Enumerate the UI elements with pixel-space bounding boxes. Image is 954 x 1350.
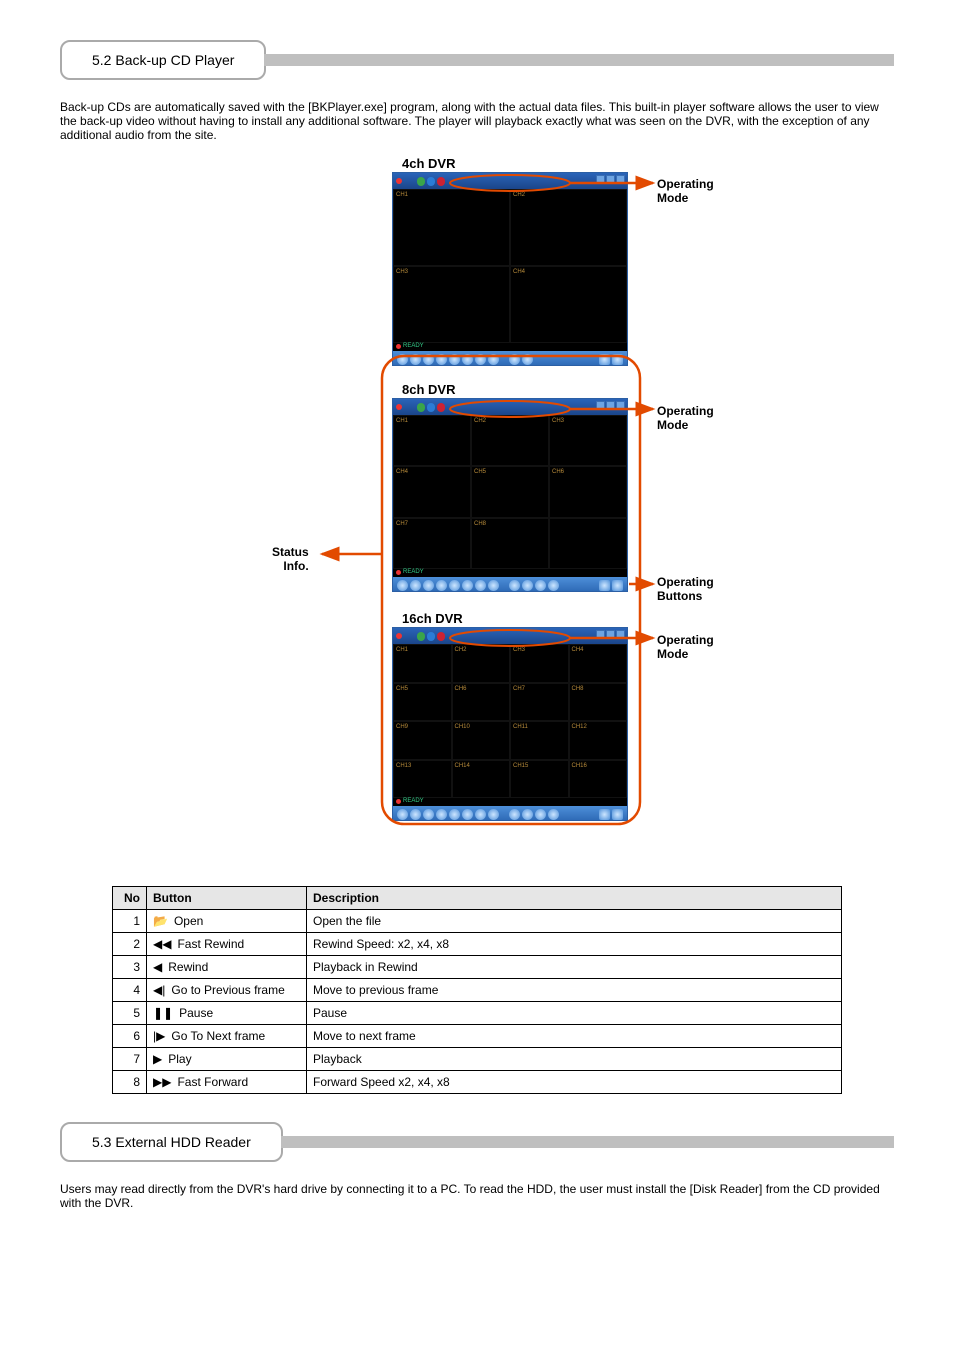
cell-button: ▶▶ Fast Forward: [147, 1071, 307, 1094]
cell-button: ❚❚ Pause: [147, 1002, 307, 1025]
button-label: Rewind: [168, 960, 208, 974]
table-row: 4 ◀| Go to Previous frame Move to previous …: [113, 979, 842, 1002]
cell-no: 3: [113, 956, 147, 979]
cell-desc: Playback in Rewind: [307, 956, 842, 979]
folder-open-icon: 📂: [153, 914, 168, 928]
pause-icon: ❚❚: [153, 1006, 173, 1020]
buttons-table: No Button Description 1 📂 Open Open the fil…: [112, 886, 842, 1094]
cell-no: 4: [113, 979, 147, 1002]
shot-4ch: CH1 CH2 CH3 CH4 READY: [392, 172, 628, 366]
prev-frame-icon: ◀|: [153, 983, 165, 997]
cell-no: 7: [113, 1048, 147, 1071]
cell-desc: Playback: [307, 1048, 842, 1071]
next-frame-icon: |▶: [153, 1029, 165, 1043]
rec-indicator-icon: [396, 404, 402, 410]
button-label: Go to Previous frame: [171, 983, 284, 997]
mode-pill: [437, 177, 445, 186]
anno-operating-mode-2: OperatingMode: [657, 405, 714, 433]
anno-operating-mode-3: OperatingMode: [657, 634, 714, 662]
table-row: 6 |▶ Go To Next frame Move to next frame: [113, 1025, 842, 1048]
cell-no: 5: [113, 1002, 147, 1025]
shot-16ch: CH1 CH2 CH3 CH4 CH5 CH6 CH7 CH8 CH9 CH10…: [392, 627, 628, 821]
table-row: 2 ◀◀ Fast Rewind Rewind Speed: x2, x4, x8: [113, 933, 842, 956]
cell-desc: Rewind Speed: x2, x4, x8: [307, 933, 842, 956]
rewind-icon: ◀: [153, 960, 162, 974]
table-row: 7 ▶ Play Playback: [113, 1048, 842, 1071]
section-header-5-3: 5.3 External HDD Reader: [60, 1122, 894, 1162]
button-label: Fast Forward: [177, 1075, 248, 1089]
section-rule: [281, 1136, 894, 1148]
cell-desc: Open the file: [307, 910, 842, 933]
table-row: 1 📂 Open Open the file: [113, 910, 842, 933]
shot3-label: 16ch DVR: [402, 611, 463, 626]
cell-no: 6: [113, 1025, 147, 1048]
th-button: Button: [147, 887, 307, 910]
cell-desc: Pause: [307, 1002, 842, 1025]
table-row: 5 ❚❚ Pause Pause: [113, 1002, 842, 1025]
button-label: Go To Next frame: [171, 1029, 265, 1043]
anno-operating-buttons: OperatingButtons: [657, 576, 714, 604]
cell-desc: Move to next frame: [307, 1025, 842, 1048]
rec-indicator-icon: [396, 633, 402, 639]
button-label: Open: [174, 914, 203, 928]
section-title-5-3: 5.3 External HDD Reader: [60, 1122, 283, 1162]
cell-desc: Forward Speed x2, x4, x8: [307, 1071, 842, 1094]
fast-rewind-icon: ◀◀: [153, 937, 171, 951]
cell-button: ◀◀ Fast Rewind: [147, 933, 307, 956]
cell-no: 2: [113, 933, 147, 956]
cell-button: ◀| Go to Previous frame: [147, 979, 307, 1002]
mode-pill: [417, 177, 425, 186]
anno-status-info: StatusInfo.: [272, 546, 309, 574]
section-rule: [264, 54, 894, 66]
shot2-label: 8ch DVR: [402, 382, 455, 397]
intro-text: Back-up CDs are automatically saved with…: [60, 100, 894, 142]
anno-operating-mode-1: OperatingMode: [657, 178, 714, 206]
section-header-5-2: 5.2 Back-up CD Player: [60, 40, 894, 80]
play-icon: ▶: [153, 1052, 162, 1066]
rec-indicator-icon: [396, 178, 402, 184]
button-label: Fast Rewind: [177, 937, 244, 951]
cell-button: |▶ Go To Next frame: [147, 1025, 307, 1048]
dvr-figure: OperatingMode OperatingMode OperatingBut…: [217, 156, 737, 856]
mode-pill: [427, 177, 435, 186]
cell-no: 1: [113, 910, 147, 933]
fast-forward-icon: ▶▶: [153, 1075, 171, 1089]
cell-button: ▶ Play: [147, 1048, 307, 1071]
cell-button: ◀ Rewind: [147, 956, 307, 979]
table-row: 3 ◀ Rewind Playback in Rewind: [113, 956, 842, 979]
window-controls: [596, 175, 625, 184]
shot-8ch: CH1 CH2 CH3 CH4 CH5 CH6 CH7 CH8 READY: [392, 398, 628, 592]
button-label: Play: [168, 1052, 191, 1066]
cell-no: 8: [113, 1071, 147, 1094]
table-row: 8 ▶▶ Fast Forward Forward Speed x2, x4, x8: [113, 1071, 842, 1094]
outro-text: Users may read directly from the DVR's h…: [60, 1182, 894, 1210]
cell-desc: Move to previous frame: [307, 979, 842, 1002]
section-title-5-2: 5.2 Back-up CD Player: [60, 40, 266, 80]
cell-button: 📂 Open: [147, 910, 307, 933]
shot1-label: 4ch DVR: [402, 156, 455, 171]
mode-pill-group: [417, 177, 445, 186]
th-no: No: [113, 887, 147, 910]
th-desc: Description: [307, 887, 842, 910]
button-label: Pause: [179, 1006, 213, 1020]
